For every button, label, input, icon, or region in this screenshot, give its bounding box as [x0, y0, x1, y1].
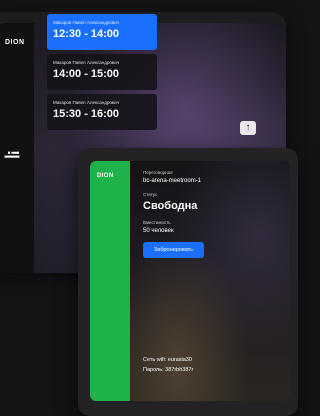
dion-logo: DION: [97, 173, 114, 179]
room-info: Переговорная bc-arena-meetroom-1 Статус …: [143, 170, 273, 258]
status-label: Статус: [143, 192, 158, 197]
slot-person: Макаров Павел Александрович: [53, 20, 120, 25]
book-button[interactable]: Забронировать: [143, 242, 204, 258]
slot-person: Макаров Павел Александрович: [53, 60, 120, 65]
slot-person: Макаров Павел Александрович: [53, 100, 120, 105]
capacity-label: Вместимость: [143, 220, 171, 225]
wifi-info: Сеть wifi: eurasia30 Пароль: 387rbh387r: [143, 357, 193, 377]
status-color-bar: DION: [90, 161, 130, 401]
slot-time: 15:30 - 16:00: [53, 108, 120, 120]
capacity-value: 50 человек: [143, 228, 174, 234]
slot-time: 14:00 - 15:00: [53, 68, 120, 80]
slot-time: 12:30 - 14:00: [53, 28, 120, 40]
wifi-network: Сеть wifi: eurasia30: [143, 357, 192, 363]
scroll-up-button[interactable]: ↑: [240, 121, 256, 135]
booking-slot[interactable]: Макаров Павел Александрович 15:30 - 16:0…: [47, 94, 157, 130]
back-sidebar: DION !|: [0, 23, 34, 273]
booking-slot[interactable]: Макаров Павел Александрович 14:00 - 15:0…: [47, 54, 157, 90]
room-label: Переговорная: [143, 170, 173, 175]
wifi-password: Пароль: 387rbh387r: [143, 367, 194, 373]
dion-logo: DION: [5, 39, 25, 46]
arrow-up-icon: ↑: [245, 122, 251, 133]
booking-slot[interactable]: Макаров Павел Александрович 12:30 - 14:0…: [47, 14, 157, 50]
status-value: Свободна: [143, 200, 198, 212]
info-icon[interactable]: !|: [3, 150, 21, 158]
booking-slot-list: Макаров Павел Александрович 12:30 - 14:0…: [47, 14, 157, 134]
